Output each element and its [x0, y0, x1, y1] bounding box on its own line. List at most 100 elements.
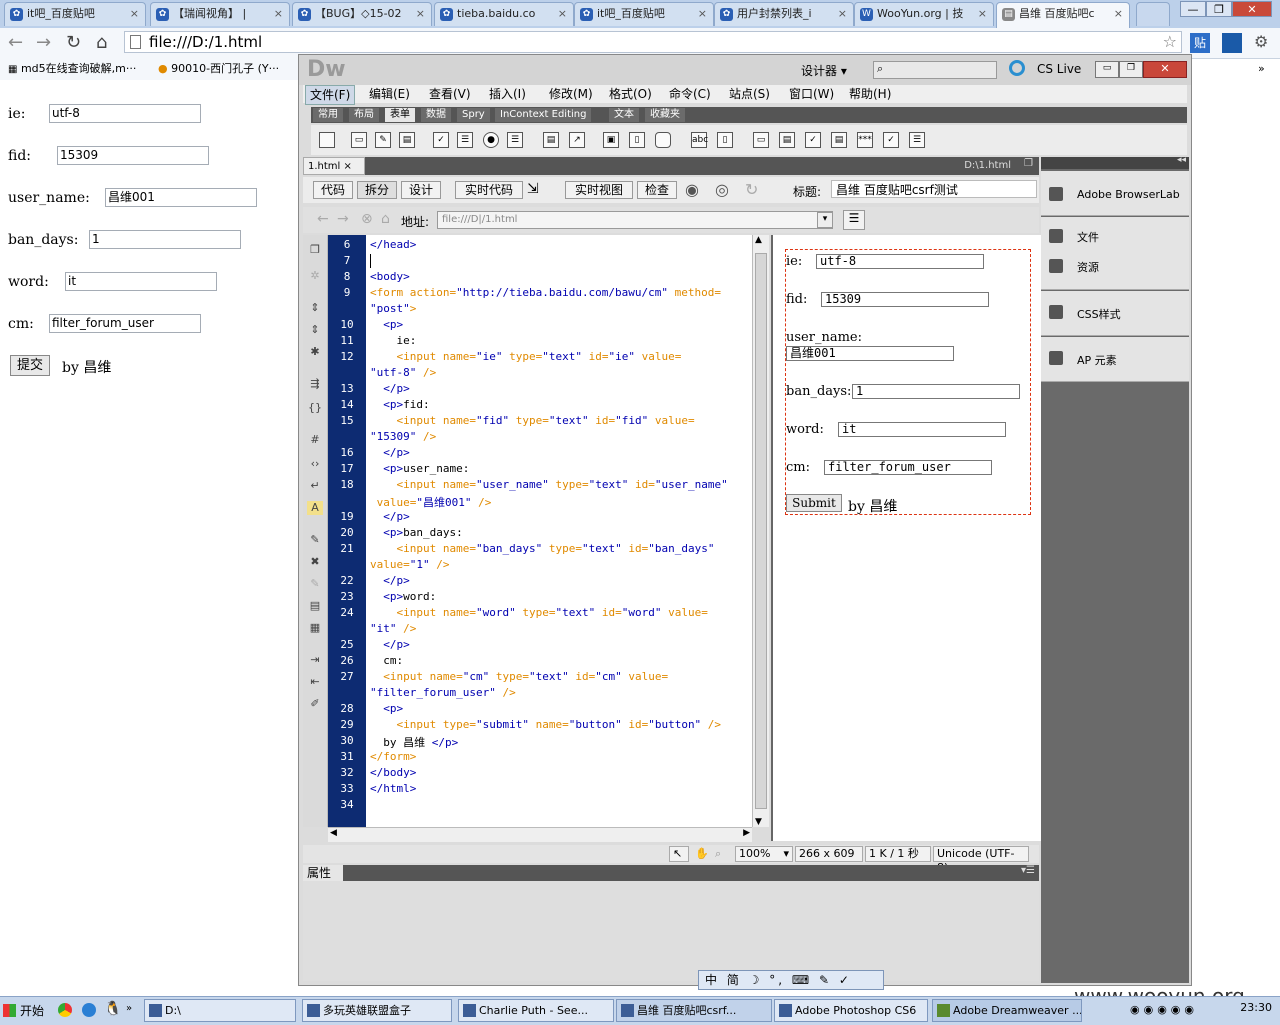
cslive-label[interactable]: CS Live: [1037, 62, 1081, 76]
home-icon[interactable]: ⌂: [96, 32, 107, 53]
apply-comment-icon[interactable]: ✎: [307, 533, 323, 547]
move-css-icon[interactable]: ▦: [307, 621, 323, 635]
tab-incontext[interactable]: InContext Editing: [495, 108, 592, 122]
menu-help[interactable]: 帮助(H): [845, 85, 895, 103]
remove-comment-icon[interactable]: ✖: [307, 555, 323, 569]
taskbar-item-lol[interactable]: 多玩英雄联盟盒子: [302, 999, 452, 1022]
dw-maximize-button[interactable]: ❐: [1119, 61, 1143, 78]
submit-button[interactable]: 提交: [10, 355, 50, 376]
tab-data[interactable]: 数据: [421, 108, 451, 122]
highlight-invalid-icon[interactable]: ‹›: [307, 457, 323, 471]
ime-toolbar[interactable]: 中 简 ☽ °, ⌨ ✎ ✓: [698, 970, 884, 990]
fieldset-icon[interactable]: ▯: [717, 132, 733, 148]
chevron-down-icon[interactable]: ▾: [817, 212, 833, 228]
radio-group-icon[interactable]: ☰: [507, 132, 523, 148]
quicklaunch-icon[interactable]: [82, 1003, 96, 1017]
line-numbers-icon[interactable]: #: [307, 433, 323, 447]
close-icon[interactable]: ×: [416, 3, 425, 25]
live-view-button[interactable]: 实时视图: [565, 181, 633, 199]
search-input[interactable]: ⌕: [873, 61, 997, 79]
panel-assets[interactable]: 资源: [1077, 259, 1099, 275]
system-tray-icons[interactable]: ◉◉◉◉◉: [1130, 1003, 1198, 1016]
word-wrap-icon[interactable]: ↵: [307, 479, 323, 493]
word-input[interactable]: it: [65, 272, 217, 291]
wrench-icon[interactable]: ⚙: [1254, 32, 1268, 51]
arrow-down-icon[interactable]: ▼: [755, 817, 762, 827]
code-vertical-scrollbar[interactable]: ▲ ▼: [752, 235, 769, 827]
hidden-field-icon[interactable]: ✎: [375, 132, 391, 148]
document-title-input[interactable]: 昌维 百度贴吧csrf测试: [831, 180, 1037, 198]
close-icon[interactable]: ×: [558, 3, 567, 25]
back-icon[interactable]: ←: [317, 211, 329, 227]
form-icon[interactable]: [319, 132, 335, 148]
radio-icon[interactable]: ●: [483, 132, 499, 148]
document-tab[interactable]: 1.html ×: [303, 157, 365, 175]
checkbox-icon[interactable]: ✓: [433, 132, 449, 148]
chrome-icon[interactable]: [58, 1003, 72, 1017]
wrap-tag-icon[interactable]: ✎: [307, 577, 323, 591]
collapse-tag-icon[interactable]: ⇕: [307, 301, 323, 315]
maximize-button[interactable]: ❐: [1206, 1, 1232, 17]
format-source-icon[interactable]: ✐: [307, 697, 323, 711]
browser-tab-7[interactable]: W WooYun.org | 技 ×: [854, 2, 994, 26]
file-field-icon[interactable]: ▯: [629, 132, 645, 148]
globe-icon[interactable]: ◉: [685, 180, 699, 199]
split-view-button[interactable]: 拆分: [357, 181, 397, 199]
button-icon[interactable]: [655, 132, 671, 148]
spry-confirm-icon[interactable]: ✓: [883, 132, 899, 148]
properties-panel-header[interactable]: 属性 ▾☰: [303, 865, 1039, 881]
browser-tab-1[interactable]: ✿ it吧_百度贴吧 ×: [4, 2, 146, 26]
image-field-icon[interactable]: ▣: [603, 132, 619, 148]
panel-ap-elements[interactable]: AP 元素: [1041, 337, 1189, 382]
tab-layout[interactable]: 布局: [349, 108, 379, 122]
menu-file[interactable]: 文件(F): [305, 85, 356, 105]
jump-menu-icon[interactable]: ↗: [569, 132, 585, 148]
select-tool-icon[interactable]: ↖: [669, 846, 689, 862]
reload-icon[interactable]: ↻: [66, 32, 81, 53]
forward-icon[interactable]: →: [36, 32, 51, 53]
menu-modify[interactable]: 修改(M): [545, 85, 597, 103]
balance-braces-icon[interactable]: {}: [307, 401, 323, 415]
code-view-button[interactable]: 代码: [313, 181, 353, 199]
layout-switcher[interactable]: 设计器 ▾: [801, 62, 847, 79]
spry-textfield-icon[interactable]: ▭: [753, 132, 769, 148]
scroll-thumb[interactable]: [755, 253, 767, 809]
panel-files[interactable]: 文件: [1077, 229, 1099, 245]
menu-edit[interactable]: 编辑(E): [365, 85, 414, 103]
recent-snippets-icon[interactable]: ▤: [307, 599, 323, 613]
restore-icon[interactable]: ❐: [1024, 158, 1033, 169]
browser-options-icon[interactable]: ☰: [843, 210, 865, 230]
text-field-icon[interactable]: ▭: [351, 132, 367, 148]
design-view[interactable]: ie: utf-8 fid: 15309 user_name: 昌维001 ba…: [771, 235, 1041, 841]
design-word-input[interactable]: it: [838, 422, 1006, 437]
fid-input[interactable]: 15309: [57, 146, 209, 165]
extension-icon[interactable]: [1222, 33, 1242, 53]
tab-spry[interactable]: Spry: [457, 108, 490, 122]
tab-text[interactable]: 文本: [609, 108, 639, 122]
ie-input[interactable]: utf-8: [49, 104, 201, 123]
zoom-tool-icon[interactable]: ⌕: [715, 845, 721, 863]
chevron-right-icon[interactable]: »: [126, 1003, 132, 1014]
textarea-icon[interactable]: ▤: [399, 132, 415, 148]
window-size-select[interactable]: 266 x 609▾: [795, 846, 863, 874]
cm-input[interactable]: filter_forum_user: [49, 314, 201, 333]
browser-tab-5[interactable]: ✿ it吧_百度贴吧 ×: [574, 2, 714, 26]
home-icon[interactable]: ⌂: [381, 211, 390, 227]
dw-close-button[interactable]: ✕: [1143, 61, 1187, 78]
design-ban-days-input[interactable]: 1: [852, 384, 1020, 399]
form-outline[interactable]: ie: utf-8 fid: 15309 user_name: 昌维001 ba…: [785, 249, 1031, 515]
design-ie-input[interactable]: utf-8: [816, 254, 984, 269]
tab-favorites[interactable]: 收藏夹: [645, 108, 685, 122]
select-icon[interactable]: ▤: [543, 132, 559, 148]
refresh-icon[interactable]: ↻: [745, 180, 758, 199]
expand-all-icon[interactable]: ✱: [307, 345, 323, 359]
taskbar-item-explorer[interactable]: D:\: [144, 999, 296, 1022]
spry-checkbox-icon[interactable]: ✓: [805, 132, 821, 148]
spry-radio-group-icon[interactable]: ☰: [909, 132, 925, 148]
start-button[interactable]: 开始: [0, 999, 48, 1023]
taskbar-item-photoshop[interactable]: Adobe Photoshop CS6: [774, 999, 928, 1022]
close-icon[interactable]: ×: [978, 3, 987, 25]
qq-icon[interactable]: 🐧: [104, 1001, 121, 1017]
inspect-button[interactable]: 检查: [637, 181, 677, 199]
show-code-navigator-icon[interactable]: ✲: [307, 269, 323, 283]
